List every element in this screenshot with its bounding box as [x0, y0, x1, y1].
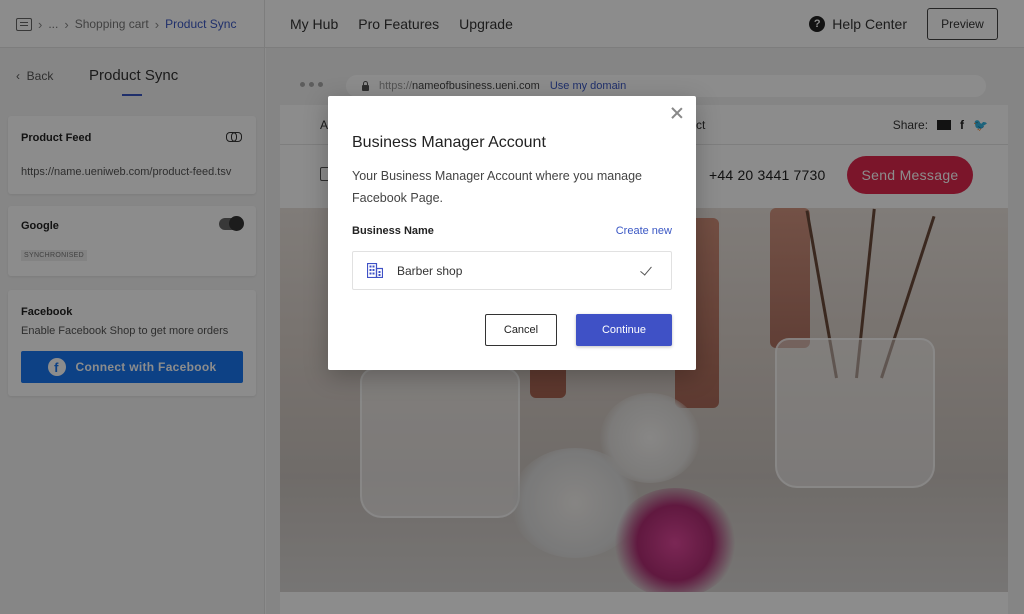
close-icon[interactable]	[670, 106, 684, 120]
dialog-title: Business Manager Account	[352, 134, 546, 151]
business-option-label: Barber shop	[397, 263, 463, 278]
business-name-label: Business Name	[352, 225, 434, 237]
dialog-description: Your Business Manager Account where you …	[352, 169, 642, 205]
business-manager-dialog: Business Manager Account Your Business M…	[328, 96, 696, 370]
continue-button[interactable]: Continue	[576, 314, 672, 346]
create-new-link[interactable]: Create new	[616, 225, 672, 237]
cancel-button[interactable]: Cancel	[485, 314, 557, 346]
business-option[interactable]: Barber shop	[352, 251, 672, 290]
checkmark-icon	[641, 263, 655, 275]
building-icon	[366, 262, 384, 279]
